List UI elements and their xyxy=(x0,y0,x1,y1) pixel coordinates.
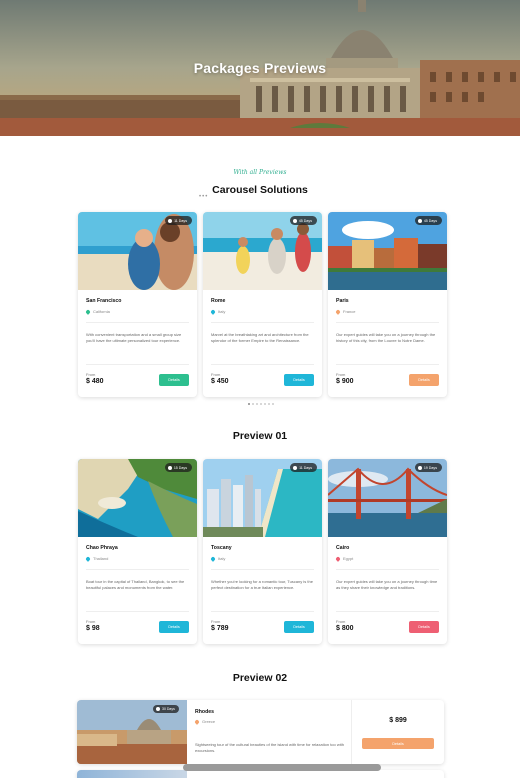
map-pin-icon xyxy=(85,308,91,315)
tour-location: Italy xyxy=(210,555,225,562)
section-script-label: With all Previews xyxy=(233,169,287,176)
tour-card-san-francisco[interactable]: 11 Days San Francisco California With co… xyxy=(78,212,197,397)
price-from-label: From xyxy=(211,372,221,377)
price-from-label: From xyxy=(336,619,346,624)
duration-badge: 15 Days xyxy=(164,463,192,472)
page-title: Packages Previews xyxy=(193,60,327,76)
clock-icon xyxy=(417,218,422,223)
tour-card-paris[interactable]: 45 Days Paris France Our expert guides w… xyxy=(328,212,447,397)
duration-badge: 19 Days xyxy=(414,463,442,472)
pagination-dot[interactable] xyxy=(260,403,262,405)
tour-image xyxy=(77,770,187,778)
divider xyxy=(86,322,189,323)
divider xyxy=(336,611,439,612)
tour-description: Marvel at the breathtaking art and archi… xyxy=(211,332,309,343)
details-button[interactable]: Details xyxy=(284,374,314,386)
duration-badge: 11 Days xyxy=(290,463,317,472)
tour-name: Paris xyxy=(336,298,349,304)
details-button[interactable]: Details xyxy=(159,374,189,386)
tour-price: $ 98 xyxy=(86,625,100,632)
pagination-dot[interactable] xyxy=(252,403,254,405)
details-button[interactable]: Details xyxy=(362,738,434,749)
tour-price: $ 800 xyxy=(336,625,354,632)
tour-location: California xyxy=(85,308,110,315)
section-title-carousel: Carousel Solutions xyxy=(212,184,308,196)
details-button[interactable]: Details xyxy=(409,374,439,386)
tour-description: Whether you're looking for a romantic to… xyxy=(211,579,313,590)
tour-card-next-partial[interactable] xyxy=(77,770,444,778)
tour-price: $ 899 xyxy=(389,717,407,724)
tour-name: Toscany xyxy=(211,545,232,551)
tour-location: Thailand xyxy=(85,555,108,562)
clock-icon xyxy=(417,465,422,470)
tour-price: $ 450 xyxy=(211,378,229,385)
divider xyxy=(211,569,314,570)
divider xyxy=(336,569,439,570)
tour-description: Sightseeing tour of the cultural beautie… xyxy=(195,742,344,753)
clock-icon xyxy=(293,465,298,470)
divider xyxy=(211,611,314,612)
tour-description: Our expert guides will take you on a jou… xyxy=(336,332,436,343)
carousel-pagination[interactable] xyxy=(248,403,274,405)
tour-name: San Francisco xyxy=(86,298,122,304)
price-from-label: From xyxy=(211,619,221,624)
tour-card-toscany[interactable]: 11 Days Toscany Italy Whether you're loo… xyxy=(203,459,322,644)
tour-name: Rhodes xyxy=(195,709,215,715)
divider xyxy=(351,700,352,764)
map-pin-icon xyxy=(210,308,216,315)
tour-description: Boat tour in the capital of Thailand, Ba… xyxy=(86,579,185,590)
tour-name: Chao Phraya xyxy=(86,545,118,551)
clock-icon xyxy=(168,218,173,223)
clock-icon xyxy=(156,707,160,711)
tour-card-cairo[interactable]: 19 Days Cairo Egypt Our expert guides wi… xyxy=(328,459,447,644)
map-pin-icon xyxy=(335,555,341,562)
tour-card-rome[interactable]: 45 Days Rome Italy Marvel at the breatht… xyxy=(203,212,322,397)
duration-badge: 45 Days xyxy=(289,216,317,225)
tour-card-chao-phraya[interactable]: 15 Days Chao Phraya Thailand Boat tour i… xyxy=(78,459,197,644)
divider xyxy=(86,569,189,570)
map-pin-icon xyxy=(210,555,216,562)
price-from-label: From xyxy=(336,372,346,377)
duration-badge: 45 Days xyxy=(414,216,442,225)
tour-location: Italy xyxy=(210,308,225,315)
horizontal-scrollbar[interactable] xyxy=(183,764,381,771)
duration-badge: 30 Days xyxy=(153,705,179,713)
pagination-dot[interactable] xyxy=(272,403,274,405)
clock-icon xyxy=(167,465,172,470)
pagination-dot[interactable] xyxy=(268,403,270,405)
map-pin-icon xyxy=(85,555,91,562)
tour-description: Our expert guides will take you on a jou… xyxy=(336,579,438,590)
tour-name: Rome xyxy=(211,298,226,304)
divider xyxy=(86,611,189,612)
details-button[interactable]: Details xyxy=(159,621,189,633)
pagination-dot[interactable] xyxy=(264,403,266,405)
price-from-label: From xyxy=(86,372,96,377)
tour-card-rhodes[interactable]: 30 Days Rhodes Greece Sightseeing tour o… xyxy=(77,700,444,764)
map-pin-icon xyxy=(194,718,200,725)
divider xyxy=(336,322,439,323)
pagination-dot[interactable] xyxy=(248,403,250,405)
clock-icon xyxy=(292,218,297,223)
price-from-label: From xyxy=(86,619,96,624)
section-title-preview-01: Preview 01 xyxy=(232,430,288,442)
tour-description: With convenient transportation and a sma… xyxy=(86,332,182,343)
section-title-preview-02: Preview 02 xyxy=(232,672,288,684)
tour-price: $ 480 xyxy=(86,378,104,385)
tour-price: $ 789 xyxy=(211,625,229,632)
tour-location: Egypt xyxy=(335,555,353,562)
tour-location: Greece xyxy=(194,718,215,725)
duration-badge: 11 Days xyxy=(165,216,192,225)
divider xyxy=(211,364,314,365)
divider xyxy=(86,364,189,365)
tour-name: Cairo xyxy=(336,545,350,551)
divider xyxy=(211,322,314,323)
map-pin-icon xyxy=(335,308,341,315)
divider xyxy=(336,364,439,365)
tour-location: France xyxy=(335,308,355,315)
details-button[interactable]: Details xyxy=(409,621,439,633)
hero-banner: Packages Previews xyxy=(0,0,520,136)
details-button[interactable]: Details xyxy=(284,621,314,633)
tour-price: $ 900 xyxy=(336,378,354,385)
pagination-dot[interactable] xyxy=(256,403,258,405)
